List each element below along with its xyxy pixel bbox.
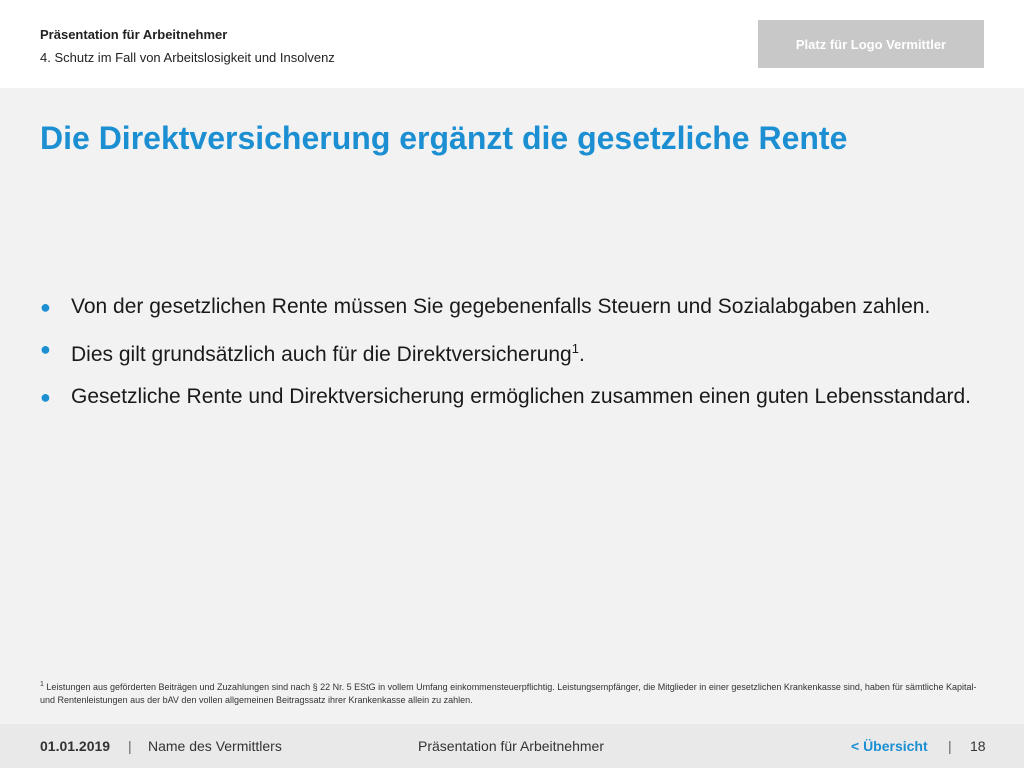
slide-title: Die Direktversicherung ergänzt die geset… bbox=[40, 120, 848, 156]
slide-footer: 01.01.2019 | Name des Vermittlers Präsen… bbox=[0, 724, 1024, 768]
footnote: 1 Leistungen aus geförderten Beiträgen u… bbox=[40, 678, 990, 707]
footnote-ref: 1 bbox=[571, 341, 579, 356]
footer-separator: | bbox=[948, 738, 952, 754]
section-label: 4. Schutz im Fall von Arbeitslosigkeit u… bbox=[40, 50, 335, 65]
footnote-text: Leistungen aus geförderten Beiträgen und… bbox=[40, 682, 977, 705]
bullet-item: ● Dies gilt grundsätzlich auch für die D… bbox=[40, 334, 980, 370]
bullet-item: ● Gesetzliche Rente und Direktversicheru… bbox=[40, 382, 980, 412]
presentation-label: Präsentation für Arbeitnehmer bbox=[40, 27, 228, 42]
bullet-icon: ● bbox=[40, 297, 51, 317]
bullet-tail: . bbox=[578, 343, 585, 366]
footer-presentation: Präsentation für Arbeitnehmer bbox=[418, 738, 604, 754]
slide-header: Präsentation für Arbeitnehmer 4. Schutz … bbox=[0, 0, 1024, 88]
bullet-item: ● Von der gesetzlichen Rente müssen Sie … bbox=[40, 292, 980, 322]
footnote-marker: 1 bbox=[40, 681, 44, 688]
footer-broker-name: Name des Vermittlers bbox=[148, 738, 282, 754]
bullet-list: ● Von der gesetzlichen Rente müssen Sie … bbox=[40, 292, 980, 424]
footer-separator: | bbox=[128, 738, 132, 754]
bullet-text: Gesetzliche Rente und Direktversicherung… bbox=[71, 385, 972, 408]
page-number: 18 bbox=[970, 738, 986, 754]
bullet-text: Dies gilt grundsätzlich auch für die Dir… bbox=[71, 343, 572, 366]
bullet-text: Von der gesetzlichen Rente müssen Sie ge… bbox=[71, 295, 931, 318]
logo-placeholder: Platz für Logo Vermittler bbox=[758, 20, 984, 68]
bullet-icon: ● bbox=[40, 387, 51, 407]
bullet-icon: ● bbox=[40, 339, 51, 359]
overview-link[interactable]: < Übersicht bbox=[851, 738, 928, 754]
footer-date: 01.01.2019 bbox=[40, 738, 111, 754]
